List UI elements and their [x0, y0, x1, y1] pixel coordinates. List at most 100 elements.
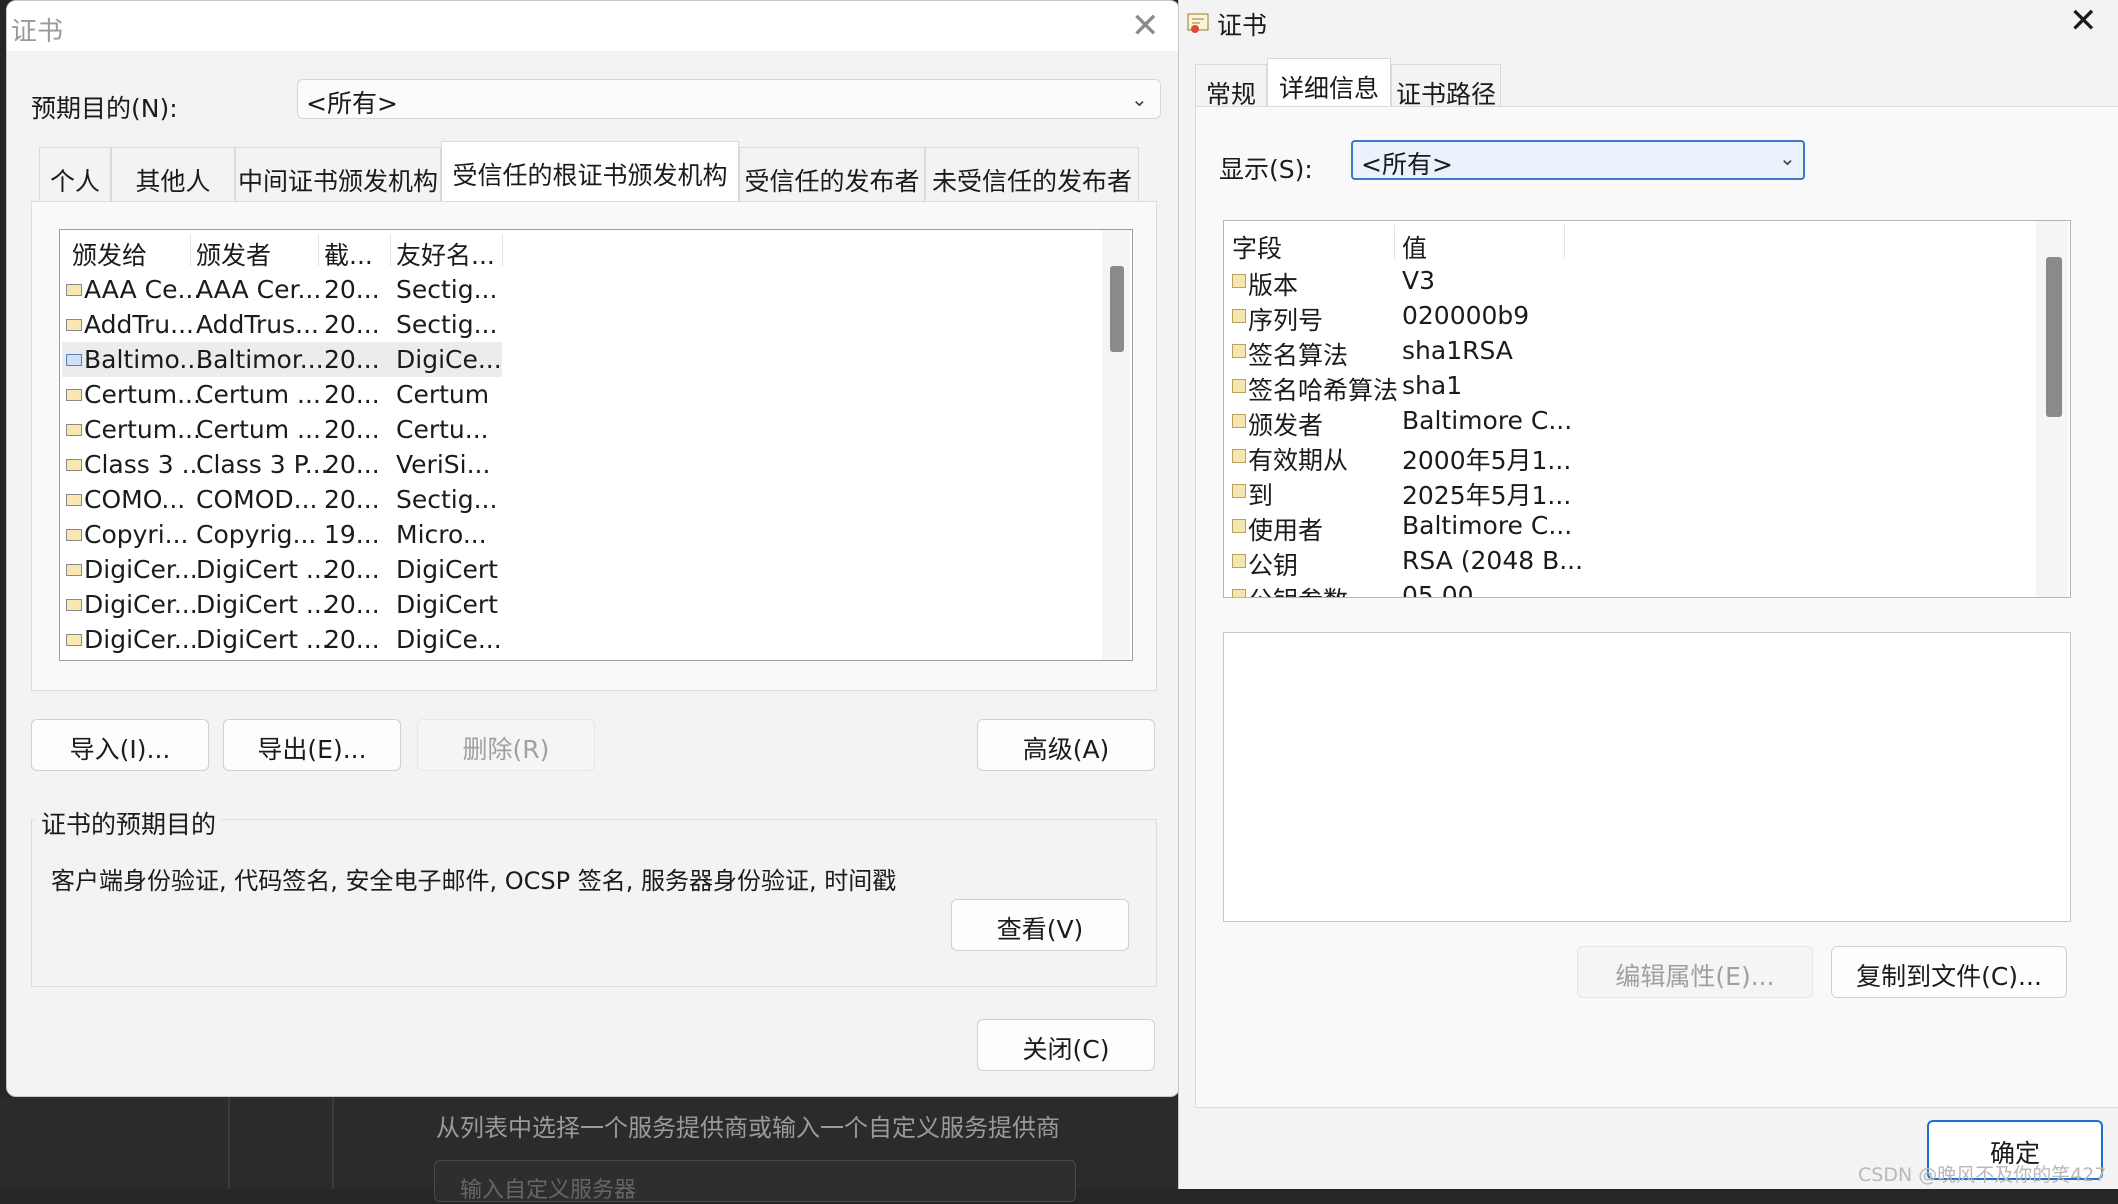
tab-untrusted-publishers[interactable]: 未受信任的发布者 [925, 147, 1139, 203]
table-row[interactable]: Baltimo... Baltimor... 20... DigiCe... [62, 342, 502, 377]
import-button[interactable]: 导入(I)... [31, 719, 209, 771]
field-name: 到 [1248, 481, 1274, 510]
table-cell: 20... [324, 485, 380, 514]
window-title: 证书 [11, 17, 64, 47]
close-icon[interactable]: ✕ [2069, 4, 2098, 38]
field-row[interactable]: 到 2025年5月1... [1226, 473, 1686, 510]
show-select-value: <所有> [1361, 150, 1453, 179]
field-row[interactable]: 颁发者 Baltimore C... [1226, 403, 1686, 440]
tab-other-people[interactable]: 其他人 [111, 147, 235, 203]
field-icon [1232, 344, 1246, 358]
certificate-icon [66, 529, 82, 541]
table-row[interactable]: Copyri... Copyrig... 19... Micro... [62, 517, 502, 552]
export-button[interactable]: 导出(E)... [223, 719, 401, 771]
column-header-issued-by[interactable]: 颁发者 [196, 236, 271, 272]
tab-general[interactable]: 常规 [1195, 64, 1267, 109]
column-header-value[interactable]: 值 [1402, 229, 1427, 265]
purpose-select[interactable]: <所有> [297, 79, 1161, 119]
table-row[interactable]: DigiCer... DigiCert ... 20... DigiCert [62, 552, 502, 587]
header-divider [390, 234, 391, 266]
field-value: 2025年5月1... [1402, 481, 1572, 510]
header-divider [190, 234, 191, 266]
field-value: 05 00 [1402, 581, 1474, 598]
certificate-icon [66, 599, 82, 611]
certificate-icon [66, 319, 82, 331]
certificate-icon [66, 354, 82, 366]
field-row[interactable]: 使用者 Baltimore C... [1226, 508, 1686, 545]
table-row[interactable]: Certum... Certum ... 20... Certu... [62, 412, 502, 447]
certificate-icon [66, 389, 82, 401]
table-cell: Sectig... [396, 485, 498, 514]
value-detail-box[interactable] [1223, 632, 2071, 922]
certificate-icon [66, 284, 82, 296]
field-list[interactable]: 字段 值 版本 V3 序列号 020000b9 签名算法 sha1RSA 签名哈希算法 sha… [1223, 220, 2071, 598]
field-name: 版本 [1248, 271, 1299, 300]
header-divider [318, 234, 319, 266]
table-cell: AAA Cer... [196, 275, 322, 304]
table-cell: 20... [324, 415, 380, 444]
table-cell: Certu... [396, 415, 489, 444]
table-cell: DigiCe... [396, 345, 502, 374]
edit-properties-button[interactable]: 编辑属性(E)... [1577, 946, 1813, 998]
backdrop-divider [228, 1097, 230, 1189]
table-cell: Certum ... [196, 380, 321, 409]
close-icon[interactable]: ✕ [1131, 9, 1160, 43]
field-name: 序列号 [1248, 306, 1324, 335]
tab-certification-path[interactable]: 证书路径 [1391, 64, 1501, 109]
field-value: 020000b9 [1402, 301, 1530, 330]
table-row[interactable]: DigiCer... DigiCert ... 20... DigiCert [62, 587, 502, 622]
delete-button[interactable]: 删除(R) [417, 719, 595, 771]
field-row[interactable]: 签名算法 sha1RSA [1226, 333, 1686, 370]
field-value: Baltimore C... [1402, 511, 1573, 540]
watermark: CSDN @晚风不及你的笑427 [1858, 1164, 2107, 1186]
field-value: V3 [1402, 266, 1436, 295]
table-cell: Certum [396, 380, 490, 409]
certificate-icon [1187, 13, 1209, 33]
field-row[interactable]: 有效期从 2000年5月1... [1226, 438, 1686, 475]
tab-personal[interactable]: 个人 [39, 147, 111, 203]
table-cell: 20... [324, 380, 380, 409]
header-divider [1394, 225, 1395, 259]
purpose-select-value: <所有> [306, 89, 398, 118]
table-row[interactable]: COMO... COMOD... 20... Sectig... [62, 482, 502, 517]
field-icon [1232, 484, 1246, 498]
field-icon [1232, 449, 1246, 463]
field-icon [1232, 414, 1246, 428]
certificate-icon [66, 564, 82, 576]
field-icon [1232, 519, 1246, 533]
field-row[interactable]: 签名哈希算法 sha1 [1226, 368, 1686, 405]
column-header-friendly-name[interactable]: 友好名... [396, 236, 495, 272]
scrollbar-thumb[interactable] [1110, 266, 1124, 352]
column-header-issued-to[interactable]: 颁发给 [72, 236, 147, 272]
field-row[interactable]: 公钥参数 05 00 [1226, 578, 1686, 598]
table-cell: DigiCert ... [196, 625, 330, 654]
copy-to-file-button[interactable]: 复制到文件(C)... [1831, 946, 2067, 998]
field-icon [1232, 309, 1246, 323]
advanced-button[interactable]: 高级(A) [977, 719, 1155, 771]
title-bar [7, 1, 1179, 51]
scrollbar[interactable] [2036, 221, 2068, 597]
scrollbar[interactable] [1102, 230, 1130, 660]
table-row[interactable]: Class 3 ... Class 3 P... 20... VeriSi... [62, 447, 502, 482]
show-select[interactable]: <所有> [1351, 140, 1805, 180]
table-cell: Certum... [84, 415, 201, 444]
tab-trusted-publishers[interactable]: 受信任的发布者 [739, 147, 925, 203]
purposes-group-title: 证书的预期目的 [35, 805, 223, 841]
close-button[interactable]: 关闭(C) [977, 1019, 1155, 1071]
table-row[interactable]: DigiCer... DigiCert ... 20... DigiCe... [62, 622, 502, 657]
field-row[interactable]: 版本 V3 [1226, 263, 1686, 300]
table-cell: COMOD... [196, 485, 318, 514]
scrollbar-thumb[interactable] [2046, 257, 2062, 417]
tab-intermediate-ca[interactable]: 中间证书颁发机构 [235, 147, 441, 203]
tab-trusted-root-ca[interactable]: 受信任的根证书颁发机构 [441, 141, 739, 203]
table-row[interactable]: AAA Ce... AAA Cer... 20... Sectig... [62, 272, 502, 307]
certificate-list[interactable]: 颁发给 颁发者 截... 友好名... AAA Ce... AAA Cer... 2… [59, 229, 1133, 661]
table-row[interactable]: Certum... Certum ... 20... Certum [62, 377, 502, 412]
field-row[interactable]: 序列号 020000b9 [1226, 298, 1686, 335]
table-row[interactable]: AddTru... AddTrus... 20... Sectig... [62, 307, 502, 342]
view-button[interactable]: 查看(V) [951, 899, 1129, 951]
tab-details[interactable]: 详细信息 [1267, 58, 1391, 108]
column-header-expiration[interactable]: 截... [324, 236, 373, 272]
column-header-field[interactable]: 字段 [1232, 229, 1282, 265]
field-row[interactable]: 公钥 RSA (2048 B... [1226, 543, 1686, 580]
